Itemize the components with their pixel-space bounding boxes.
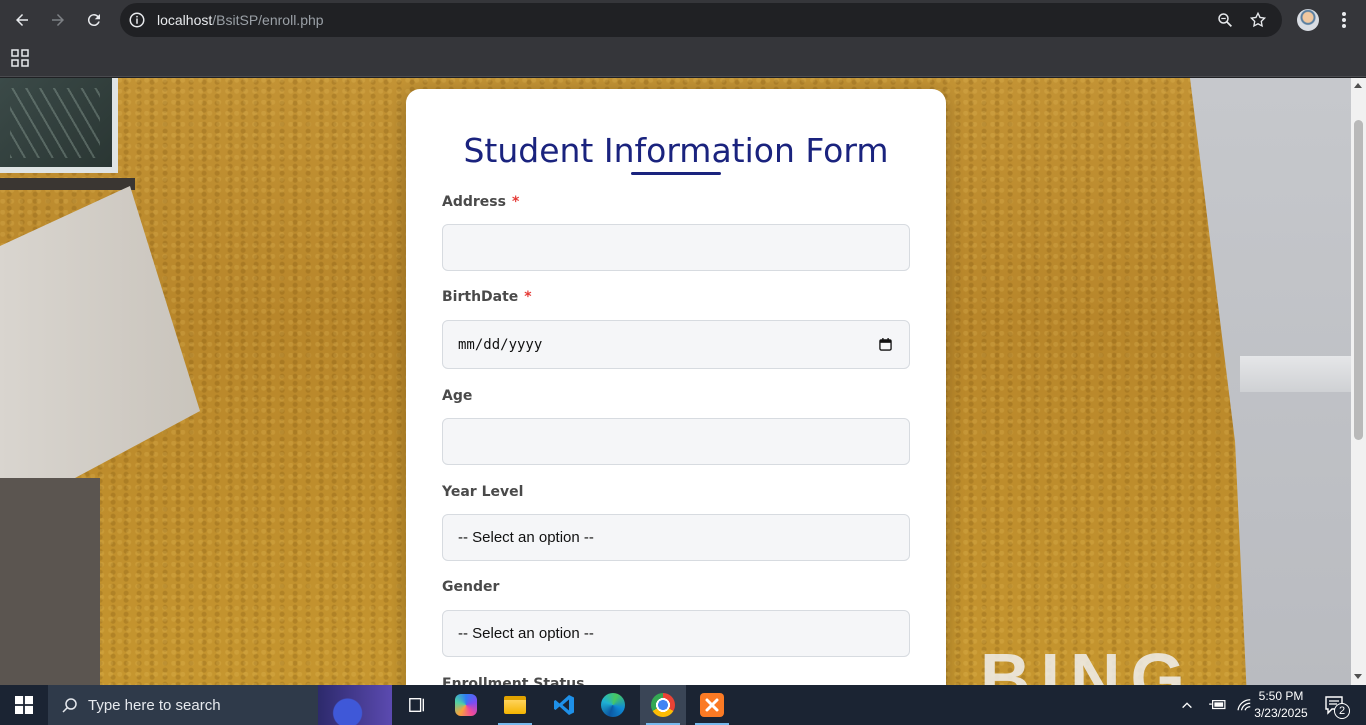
chrome-icon <box>651 693 675 717</box>
background-wall <box>0 186 200 486</box>
student-form-card: Student Information Form Address * BirthD… <box>406 89 946 685</box>
profile-avatar[interactable] <box>1297 9 1319 31</box>
apps-grid-icon[interactable] <box>11 49 29 67</box>
copilot-app[interactable] <box>443 685 489 725</box>
address-bar[interactable]: localhost/BsitSP/enroll.php <box>120 3 1282 37</box>
arrow-right-icon <box>52 14 64 26</box>
page-viewport: BING Student Information Form Address * B… <box>0 78 1351 685</box>
edge-icon <box>601 693 625 717</box>
age-label: Age <box>442 388 473 404</box>
background-shadow <box>0 478 100 685</box>
bookmark-star-icon[interactable] <box>1249 11 1267 29</box>
year-level-select[interactable]: -- Select an option -- <box>442 514 910 561</box>
reload-button[interactable] <box>78 4 110 36</box>
vscode-app[interactable] <box>541 685 587 725</box>
task-view-button[interactable] <box>394 685 440 725</box>
notification-center-button[interactable]: 2 <box>1324 695 1350 719</box>
battery-icon[interactable] <box>1208 698 1226 712</box>
background-letters: BING <box>980 639 1195 685</box>
xampp-app[interactable] <box>689 685 735 725</box>
required-marker: * <box>524 289 532 305</box>
copilot-icon <box>455 694 477 716</box>
start-button[interactable] <box>0 685 48 725</box>
forward-button[interactable] <box>42 4 74 36</box>
back-button[interactable] <box>6 4 38 36</box>
url-text[interactable]: localhost/BsitSP/enroll.php <box>157 12 324 28</box>
bookmarks-bar <box>0 40 1366 77</box>
scroll-down-arrow-icon[interactable] <box>1354 674 1362 679</box>
menu-button[interactable] <box>1336 8 1352 32</box>
folder-icon <box>504 696 526 714</box>
background-ledge <box>1240 356 1351 392</box>
gender-select[interactable]: -- Select an option -- <box>442 610 910 657</box>
xampp-icon <box>700 693 724 717</box>
age-input[interactable] <box>442 418 910 465</box>
background-frame <box>0 178 135 190</box>
clock-time: 5:50 PM <box>1258 689 1304 703</box>
address-input[interactable] <box>442 224 910 271</box>
browser-toolbar: localhost/BsitSP/enroll.php <box>0 0 1366 40</box>
birthdate-input[interactable]: mm/dd/yyyy <box>442 320 910 369</box>
taskbar-search[interactable]: Type here to search <box>48 685 392 725</box>
gender-label: Gender <box>442 579 500 595</box>
search-icon <box>62 698 77 713</box>
enrollment-status-label: Enrollment Status <box>442 676 585 685</box>
calendar-icon[interactable] <box>879 338 892 351</box>
notification-badge: 2 <box>1334 703 1350 719</box>
task-view-icon <box>409 698 424 712</box>
year-level-label: Year Level <box>442 484 524 500</box>
clock-date: 3/23/2025 <box>1254 706 1308 720</box>
taskbar: Type here to search 5:50 PM 3/23/2025 2 <box>0 685 1366 725</box>
windows-logo-icon <box>15 696 33 714</box>
scroll-thumb[interactable] <box>1354 120 1363 440</box>
form-title: Student Information Form <box>463 131 889 170</box>
birthdate-label: BirthDate * <box>442 289 532 305</box>
search-highlight-image <box>318 685 392 725</box>
address-label: Address * <box>442 194 520 210</box>
arrow-left-icon <box>16 14 28 26</box>
vscode-icon <box>554 695 574 715</box>
zoom-icon[interactable] <box>1216 11 1234 29</box>
edge-app[interactable] <box>590 685 636 725</box>
chrome-app[interactable] <box>640 685 686 725</box>
page-scrollbar[interactable] <box>1351 78 1366 685</box>
scroll-up-arrow-icon[interactable] <box>1354 83 1362 88</box>
more-vertical-icon <box>1342 12 1346 28</box>
info-icon[interactable] <box>128 11 146 29</box>
title-underline <box>631 172 721 175</box>
required-marker: * <box>511 194 520 210</box>
reload-icon <box>87 14 100 27</box>
taskbar-clock[interactable]: 5:50 PM 3/23/2025 <box>1246 688 1316 722</box>
background-window <box>0 78 118 173</box>
system-tray <box>1180 685 1254 725</box>
chevron-up-icon[interactable] <box>1180 698 1194 712</box>
date-placeholder: mm/dd/yyyy <box>458 336 543 353</box>
file-explorer-app[interactable] <box>492 685 538 725</box>
